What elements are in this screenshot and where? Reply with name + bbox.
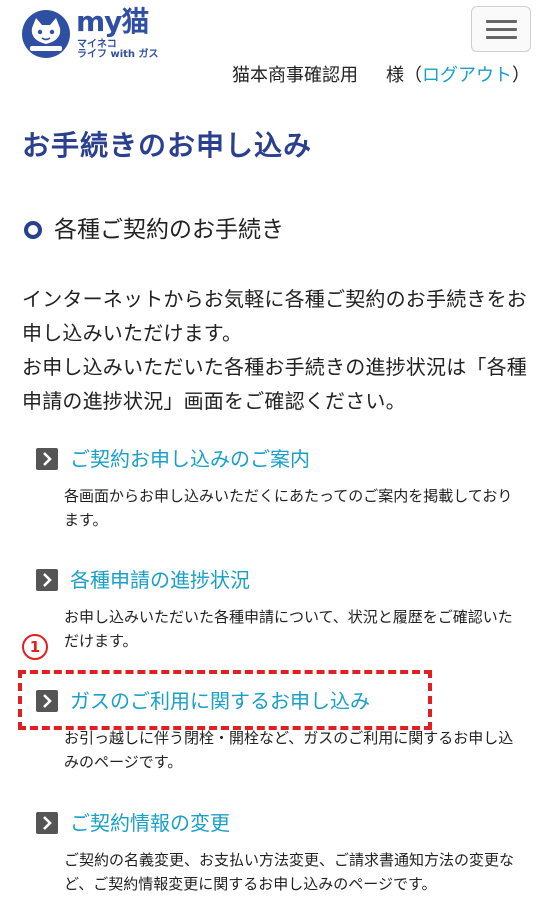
cat-logo-icon	[22, 10, 70, 58]
list-item: ご契約お申し込みのご案内 各画面からお申し込みいただくにあたってのご案内を掲載し…	[36, 444, 512, 532]
item-description: ご契約の名義変更、お支払い方法変更、ご請求書通知方法の変更など、ご契約情報変更に…	[64, 851, 515, 893]
item-description: 各画面からお申し込みいただくにあたってのご案内を掲載しております。	[64, 487, 513, 529]
item-label: 各種申請の進捗状況	[70, 568, 250, 592]
item-description: お引っ越しに伴う閉栓・開栓など、ガスのご利用に関するお申し込みのページです。	[64, 729, 514, 771]
intro-text: インターネットからお気軽に各種ご契約のお手続きをお申し込みいただけます。 お申し…	[22, 282, 532, 418]
page: my猫 マイネコ ライフ with ガス 猫本商事確認用 様（ログアウト） お手続…	[0, 0, 554, 916]
header: my猫 マイネコ ライフ with ガス 猫本商事確認用 様（ログアウト）	[0, 0, 554, 116]
annotation-number-badge: 1	[22, 634, 48, 660]
logout-link[interactable]: ログアウト	[422, 65, 512, 86]
list-item: ガスのご利用に関するお申し込み お引っ越しに伴う閉栓・開栓など、ガスのご利用に関…	[36, 686, 513, 774]
contract-info-change-link[interactable]: ご契約情報の変更	[36, 808, 506, 838]
list-item: 各種申請の進捗状況 お申し込みいただいた各種申請について、状況と履歴をご確認いた…	[36, 565, 513, 653]
page-title: お手続きのお申し込み	[22, 129, 313, 162]
chevron-right-icon	[36, 569, 58, 591]
close-paren: ）	[512, 65, 530, 86]
application-status-link[interactable]: 各種申請の進捗状況	[36, 565, 506, 595]
section-title-text: 各種ご契約のお手続き	[54, 217, 284, 243]
hamburger-bar	[486, 36, 517, 39]
section-title: 各種ご契約のお手続き	[24, 212, 284, 248]
logo[interactable]: my猫 マイネコ ライフ with ガス	[22, 5, 162, 60]
item-description: お申し込みいただいた各種申請について、状況と履歴をご確認いただけます。	[64, 608, 513, 650]
intro-paragraph-1: インターネットからお気軽に各種ご契約のお手続きをお申し込みいただけます。	[22, 287, 527, 345]
chevron-right-icon	[36, 812, 58, 834]
hamburger-menu-icon	[486, 20, 517, 23]
list-item: ご契約情報の変更 ご契約の名義変更、お支払い方法変更、ご請求書通知方法の変更など…	[36, 808, 514, 896]
hamburger-menu-button[interactable]	[471, 6, 531, 52]
hamburger-bar	[486, 28, 517, 31]
intro-paragraph-2: お申し込みいただいた各種お手続きの進捗状況は「各種申請の進捗状況」画面をご確認く…	[22, 355, 527, 413]
item-label: ガスのご利用に関するお申し込み	[70, 689, 370, 713]
item-label: ご契約お申し込みのご案内	[70, 447, 310, 471]
user-name: 猫本商事確認用	[232, 65, 358, 86]
honorific: 様（	[386, 65, 422, 86]
ring-bullet-icon	[24, 221, 42, 239]
user-info: 猫本商事確認用 様（ログアウト）	[232, 62, 530, 90]
logo-main-text: my猫	[76, 5, 149, 38]
logo-tagline: ライフ with ガス	[77, 49, 159, 60]
gas-usage-application-link[interactable]: ガスのご利用に関するお申し込み	[36, 686, 506, 716]
item-label: ご契約情報の変更	[70, 811, 230, 835]
chevron-right-icon	[36, 690, 58, 712]
contract-guide-link[interactable]: ご契約お申し込みのご案内	[36, 444, 506, 474]
chevron-right-icon	[36, 448, 58, 470]
